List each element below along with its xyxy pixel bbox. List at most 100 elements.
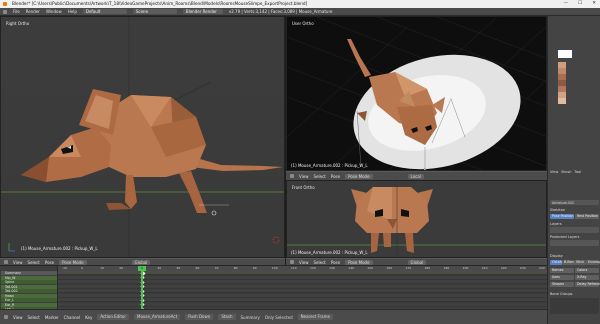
ruler-tick-label: 110: [290, 266, 297, 270]
section-bone-groups[interactable]: Bone Groups: [550, 292, 599, 296]
palette-swatch[interactable]: [558, 98, 566, 104]
viewport-front-ortho[interactable]: Front Ortho (1) Mouse_Armature.002 : Pic…: [286, 180, 547, 258]
push-down-button[interactable]: Push Down: [185, 314, 214, 320]
ruler-tick-label: 70: [214, 266, 219, 270]
scene-select[interactable]: Scene: [132, 9, 177, 14]
editor-type-icon[interactable]: [290, 174, 294, 178]
keyframe-track[interactable]: [58, 279, 547, 285]
editor-type-icon[interactable]: [3, 9, 7, 14]
shapes-checkbox[interactable]: Shapes: [550, 282, 574, 287]
tab-view[interactable]: View: [550, 170, 558, 174]
menu-view[interactable]: View: [13, 315, 23, 320]
envelope-button[interactable]: Envelope: [586, 260, 600, 265]
ruler-tick-label: 20: [119, 266, 124, 270]
ruler-tick-label: 180: [424, 266, 431, 270]
channel-row[interactable]: Summary: [1, 271, 57, 275]
minimize-button[interactable]: —: [564, 0, 569, 8]
delay-refresh-checkbox[interactable]: Delay Refresh: [575, 282, 600, 287]
xray-checkbox[interactable]: X-Ray: [575, 275, 599, 280]
properties-panel[interactable]: View Brush Tool Armature.002 Skeleton Po…: [547, 16, 600, 324]
keyframe-track[interactable]: [58, 275, 547, 280]
playhead-line[interactable]: [141, 266, 143, 310]
maximize-button[interactable]: ☐: [578, 0, 582, 8]
blender-logo-icon: [3, 2, 7, 6]
mode-select[interactable]: Pose Mode: [59, 259, 87, 265]
menu-select[interactable]: Select: [314, 174, 326, 179]
channel-row[interactable]: Hip_W: [1, 275, 57, 280]
mode-select[interactable]: Pose Mode: [345, 173, 373, 179]
viewport-right-ortho[interactable]: Right Ortho (1) Mouse_Armature.002 : Pic…: [0, 16, 285, 258]
channel-row[interactable]: Head: [1, 293, 57, 298]
screen-layout-select[interactable]: Default: [82, 9, 127, 14]
menu-view[interactable]: View: [299, 260, 309, 265]
menu-select[interactable]: Select: [314, 260, 326, 265]
pivot-select[interactable]: Global: [131, 259, 151, 265]
protected-layers-grid[interactable]: [550, 240, 599, 246]
stash-button[interactable]: Stash: [218, 314, 236, 320]
keyframe-track[interactable]: [58, 288, 547, 294]
keyframe-track[interactable]: [58, 284, 547, 289]
menu-channel[interactable]: Channel: [64, 315, 80, 320]
bone-groups-list[interactable]: [550, 298, 599, 314]
transform-orientation-select[interactable]: Local: [407, 173, 424, 179]
menu-pose[interactable]: Pose: [45, 260, 54, 265]
menu-render[interactable]: Render: [26, 9, 40, 14]
bbone-button[interactable]: B-Bone: [562, 260, 576, 265]
tab-brush[interactable]: Brush: [561, 170, 571, 174]
editor-type-icon[interactable]: [4, 315, 8, 319]
summary-toggle[interactable]: Summary: [241, 315, 260, 320]
section-layers[interactable]: Layers: [550, 222, 599, 226]
rest-position-button[interactable]: Rest Position: [575, 214, 599, 219]
menu-window[interactable]: Window: [46, 9, 62, 14]
layers-grid[interactable]: [550, 227, 599, 233]
stick-button[interactable]: Stick: [574, 260, 586, 265]
action-select[interactable]: Mouse_ArmatureAct: [134, 314, 181, 320]
editor-type-icon[interactable]: [290, 260, 294, 264]
ruler-tick-label: 240: [539, 266, 545, 270]
keyframe-track[interactable]: [58, 297, 547, 303]
menu-view[interactable]: View: [13, 260, 23, 265]
menu-view[interactable]: View: [299, 174, 309, 179]
menu-file[interactable]: File: [13, 9, 20, 14]
menu-select[interactable]: Select: [28, 260, 40, 265]
section-display[interactable]: Display: [550, 254, 599, 258]
pivot-select[interactable]: Global: [407, 259, 427, 265]
render-engine-select[interactable]: Blender Render: [182, 9, 223, 14]
names-checkbox[interactable]: Names: [550, 268, 574, 273]
viewport-object-label: (1) Mouse_Armature.002 : Pickup_W_L: [291, 250, 368, 255]
only-selected-toggle[interactable]: Only Selected: [265, 315, 293, 320]
ruler-tick-label: 40: [157, 266, 162, 270]
close-button[interactable]: ✕: [592, 0, 596, 8]
octahedral-button[interactable]: Octahedral: [550, 260, 570, 265]
keyframe-track[interactable]: [58, 270, 547, 276]
tab-tool[interactable]: Tool: [574, 170, 581, 174]
channel-row[interactable]: Ear_R: [1, 302, 57, 307]
viewport-user-ortho[interactable]: User Ortho (1) Mouse_Armature.002 : Pick…: [286, 16, 547, 171]
menu-help[interactable]: Help: [68, 9, 77, 14]
current-frame-indicator[interactable]: 0: [138, 266, 146, 271]
channel-row[interactable]: Tail.002: [1, 289, 57, 293]
menu-select[interactable]: Select: [28, 315, 40, 320]
armature-name-field[interactable]: Armature.002: [550, 200, 599, 205]
mode-select[interactable]: Pose Mode: [345, 259, 373, 265]
channel-list[interactable]: Summary Hip_W Spine Tail.001 Tail.002 He…: [0, 266, 58, 311]
menu-pose[interactable]: Pose: [331, 174, 340, 179]
keyframe-track[interactable]: [58, 293, 547, 298]
section-skeleton[interactable]: Skeleton: [550, 208, 599, 212]
dopesheet-editor[interactable]: Summary Hip_W Spine Tail.001 Tail.002 He…: [0, 265, 547, 312]
channel-row[interactable]: Spine: [1, 280, 57, 284]
menu-pose[interactable]: Pose: [331, 260, 340, 265]
keyframe-track[interactable]: [58, 302, 547, 307]
channel-row[interactable]: Ear_L: [1, 298, 57, 302]
snap-select[interactable]: Nearest Frame: [297, 314, 333, 320]
section-protected-layers[interactable]: Protected Layers: [550, 235, 599, 239]
colors-checkbox[interactable]: Colors: [575, 268, 599, 273]
pose-position-button[interactable]: Pose Position: [550, 214, 574, 219]
menu-marker[interactable]: Marker: [45, 315, 59, 320]
channel-row[interactable]: Tail.001: [1, 284, 57, 289]
editor-mode-select[interactable]: Action Editor: [97, 314, 129, 320]
palette-swatch-white[interactable]: [558, 50, 572, 58]
menu-key[interactable]: Key: [85, 315, 92, 320]
editor-type-icon[interactable]: [4, 260, 8, 264]
axes-checkbox[interactable]: Axes: [550, 275, 574, 280]
